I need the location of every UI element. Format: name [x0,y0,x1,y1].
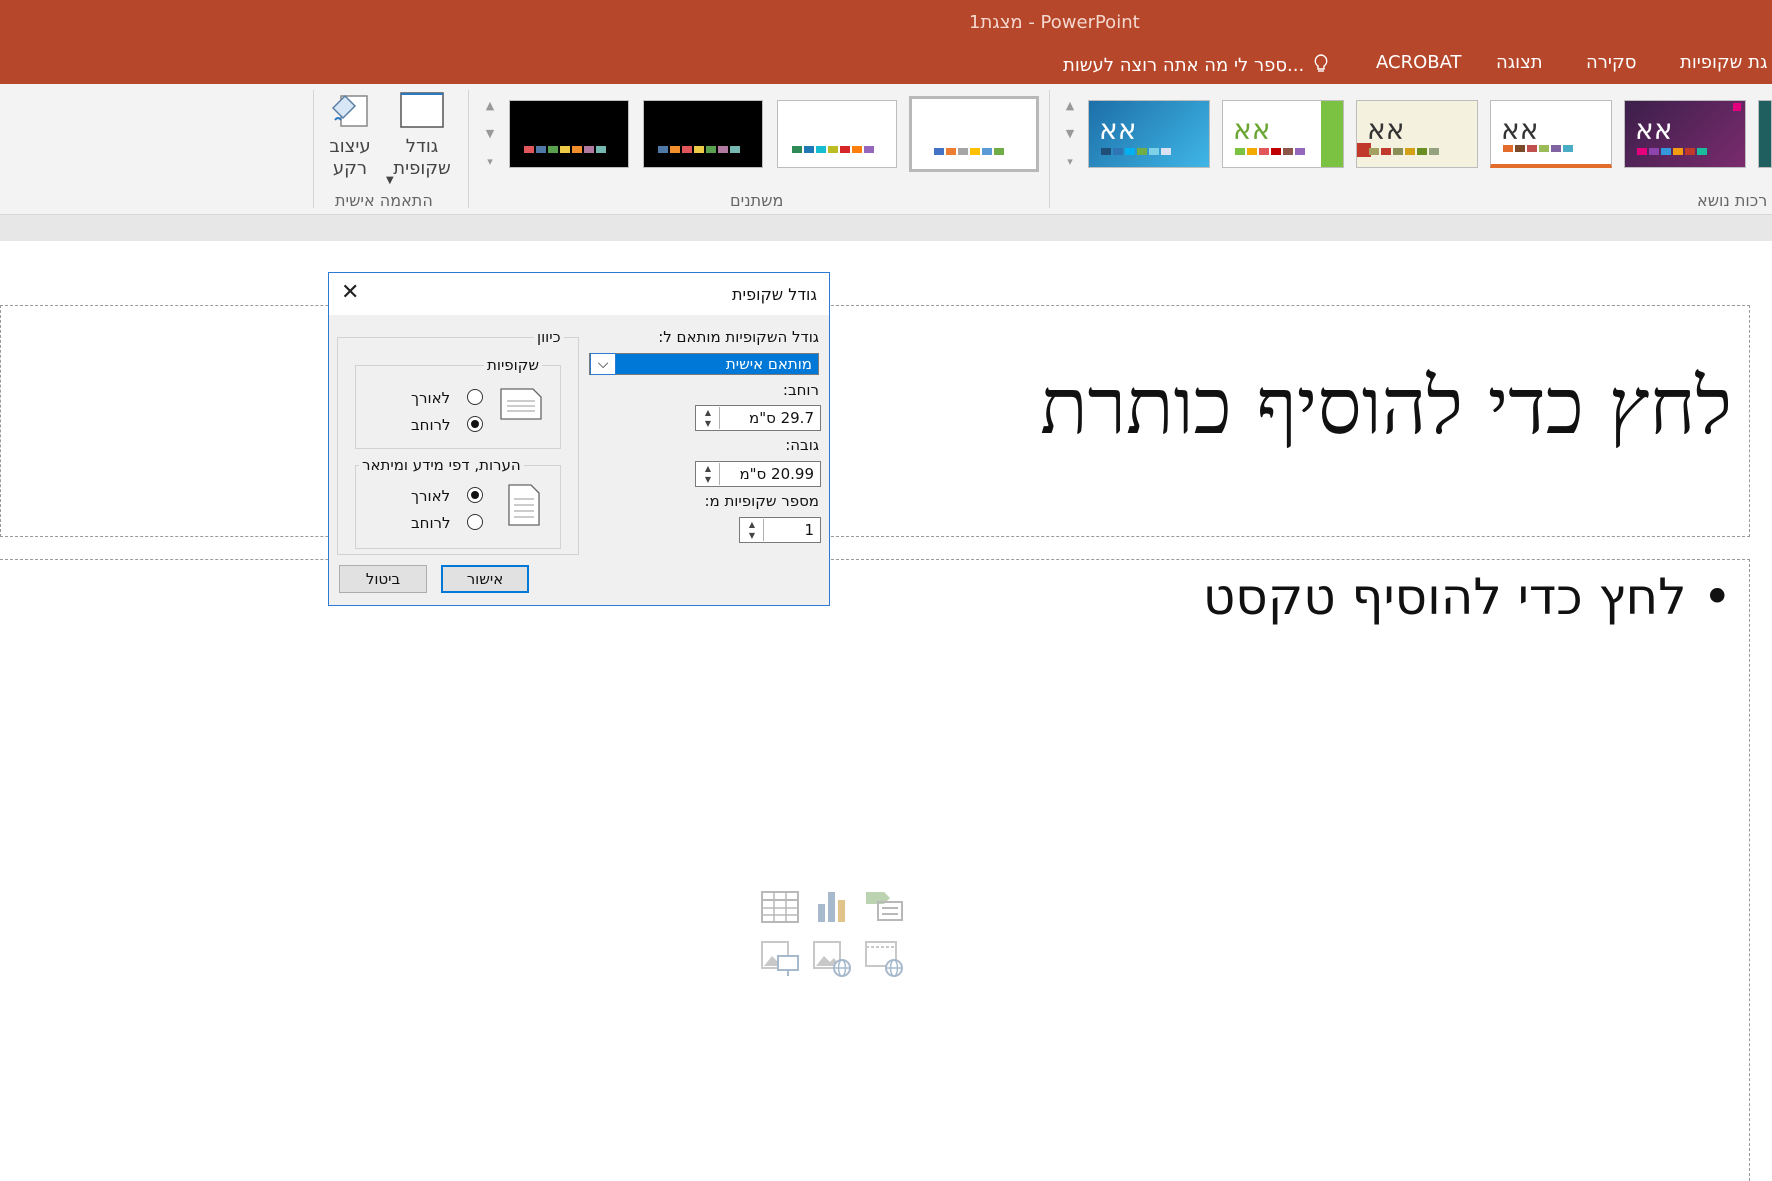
variant-thumb-1[interactable] [509,100,629,168]
window-title: מצגת1 - PowerPoint [969,12,1140,33]
close-icon[interactable]: ✕ [341,280,359,306]
dialog-title: גודל שקופית [732,285,817,304]
slides-sized-for-label: גודל השקופיות מותאם ל: [658,328,819,346]
ribbon: עיצוב רקע גודל שקופית ▼ התאמה אישית ▲ ▼ … [0,84,1772,215]
insert-smartart-icon[interactable] [864,888,904,926]
slide-body-placeholder[interactable]: • לחץ כדי להוסיף טקסט [1203,568,1732,626]
height-value: 20.99 ס"מ [739,465,814,483]
number-slides-from-input[interactable]: 1 ▲ ▼ [739,517,821,543]
slide-size-dialog: גודל שקופית ✕ גודל השקופיות מותאם ל: מות… [328,272,830,606]
tell-me-search[interactable]: ספר לי מה אתה רוצה לעשות... [1063,54,1328,76]
width-spinner[interactable]: ▲ ▼ [697,407,720,429]
slides-sized-for-select[interactable]: מותאם אישית [589,353,819,375]
width-label: רוחב: [782,381,819,399]
theme-thumb-1[interactable]: אא [1088,100,1210,168]
slide-size-button[interactable]: גודל שקופית ▼ [386,90,456,190]
scroll-down-icon[interactable]: ▼ [1061,120,1079,148]
insert-table-icon[interactable] [760,888,800,926]
tab-review[interactable]: סקירה [1586,52,1636,73]
portrait-page-icon [508,484,540,526]
chevron-down-icon[interactable]: ⌵ [590,353,616,375]
variant-thumb-2[interactable] [643,100,763,168]
slide-size-icon [400,92,444,128]
insert-video-icon[interactable] [864,940,904,978]
insert-online-pictures-icon[interactable] [812,940,852,978]
landscape-page-icon [500,388,542,420]
width-value: 29.7 ס"מ [749,409,814,427]
format-background-button[interactable]: עיצוב רקע [316,90,384,190]
variant-thumb-3[interactable] [777,100,897,168]
theme-thumb-6-partial[interactable] [1758,100,1772,168]
format-background-label: עיצוב רקע [329,136,371,179]
theme-thumb-4[interactable]: אא [1490,100,1612,168]
themes-scroll[interactable]: ▲ ▼ ▾ [1061,92,1079,176]
insert-chart-icon[interactable] [812,888,852,926]
gallery-more-icon[interactable]: ▾ [481,148,499,176]
height-input[interactable]: 20.99 ס"מ ▲ ▼ [695,461,821,487]
dropdown-arrow-icon: ▼ [386,175,394,186]
height-spinner[interactable]: ▲ ▼ [697,463,720,485]
slide-size-label: גודל שקופית [393,136,451,179]
slide-title-placeholder[interactable]: לחץ כדי להוסיף כותרת [1040,362,1732,452]
format-background-icon [331,94,368,127]
customize-group-label: התאמה אישית [335,191,433,210]
dialog-header: גודל שקופית ✕ [329,273,829,315]
number-spinner[interactable]: ▲ ▼ [741,519,764,541]
notes-landscape-radio[interactable] [467,514,483,530]
variants-scroll[interactable]: ▲ ▼ ▾ [481,92,499,176]
theme-thumb-5[interactable]: אא [1624,100,1746,168]
theme-thumb-2[interactable]: אא [1222,100,1344,168]
orientation-label: כיוון [534,328,564,346]
number-slides-from-value: 1 [804,521,814,539]
ribbon-separator-band [0,215,1772,241]
notes-portrait-radio[interactable] [467,487,483,503]
cancel-button[interactable]: ביטול [339,565,427,593]
slides-portrait-label: לאורך [411,389,451,407]
tab-view[interactable]: תצוגה [1496,52,1543,73]
tab-acrobat[interactable]: ACROBAT [1376,52,1462,73]
number-slides-from-label: מספר שקופיות מ: [704,492,819,510]
notes-portrait-label: לאורך [411,487,451,505]
notes-orientation-label: הערות, דפי מידע ומיתאר [359,456,524,474]
lightbulb-icon [1314,54,1328,72]
slides-landscape-label: לרוחב [411,416,451,434]
insert-pictures-icon[interactable] [760,940,800,978]
slides-landscape-radio[interactable] [467,416,483,432]
theme-thumb-3[interactable]: אא [1356,100,1478,168]
height-label: גובה: [785,436,819,454]
title-bar: מצגת1 - PowerPoint [0,0,1772,46]
body-placeholder-box[interactable] [0,559,1750,1181]
variants-group-label: משתנים [730,191,784,210]
tell-me-text: ספר לי מה אתה רוצה לעשות... [1063,55,1305,76]
width-input[interactable]: 29.7 ס"מ ▲ ▼ [695,405,821,431]
gallery-more-icon[interactable]: ▾ [1061,148,1079,176]
scroll-down-icon[interactable]: ▼ [481,120,499,148]
ribbon-tab-bar: גת שקופיות סקירה תצוגה ACROBAT ספר לי מה… [0,46,1772,84]
scroll-up-icon[interactable]: ▲ [1061,92,1079,120]
content-insert-icons [760,888,920,998]
slides-sized-for-value: מותאם אישית [725,355,812,373]
variant-thumb-4-selected[interactable] [909,96,1039,172]
ok-button[interactable]: אישור [441,565,529,593]
slides-orientation-label: שקופיות [484,356,543,374]
themes-group-label: רכות נושא [1697,191,1768,210]
slides-portrait-radio[interactable] [467,389,483,405]
tab-transitions[interactable]: גת שקופיות [1680,52,1767,73]
scroll-up-icon[interactable]: ▲ [481,92,499,120]
notes-landscape-label: לרוחב [411,514,451,532]
